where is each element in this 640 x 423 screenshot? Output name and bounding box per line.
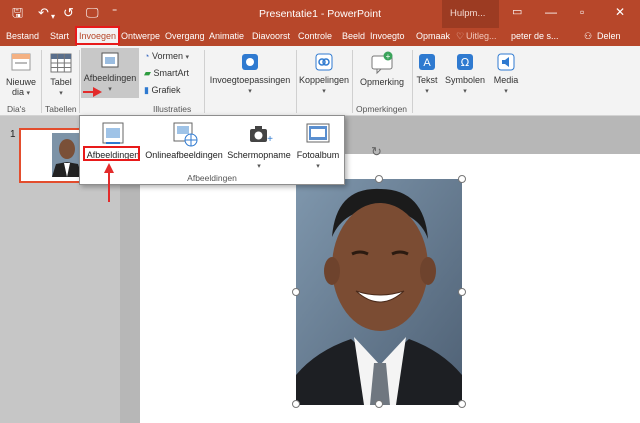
omega-icon: Ω [457, 54, 473, 70]
popup-online-pictures-button[interactable]: Onlineafbeeldingen [144, 120, 224, 160]
highlight-pictures-item [83, 146, 140, 161]
popup-photo-album-label: Fotoalbum [296, 150, 340, 160]
symbols-button[interactable]: Ω Symbolen ▾ [443, 51, 487, 97]
group-label-slides: Dia's [7, 104, 26, 114]
tab-ontwerpen[interactable]: Ontwerpe [121, 28, 163, 46]
addins-label: Invoegtoepassingen [209, 75, 291, 85]
restore-button[interactable]: ▫ [580, 5, 584, 19]
tab-beeld[interactable]: Beeld [342, 28, 365, 46]
media-label: Media [493, 75, 519, 85]
group-label-tables: Tabellen [45, 104, 77, 114]
new-slide-label-2: dia [11, 87, 24, 97]
pictures-label: Afbeeldingen [83, 73, 137, 83]
text-label: Tekst [416, 75, 438, 85]
thumbnail-portrait-image [52, 133, 82, 177]
screenshot-icon: + [250, 126, 273, 145]
picture-file-icon [102, 122, 124, 144]
tab-opmaak[interactable]: Opmaak [416, 28, 450, 46]
tab-controleren[interactable]: Controle [298, 28, 332, 46]
links-button[interactable]: Koppelingen ▾ [298, 51, 350, 97]
search-icon[interactable]: ♡ [456, 28, 464, 46]
tab-diavoorstelling[interactable]: Diavoorst [252, 28, 296, 46]
shapes-icon: ◔ [144, 51, 150, 61]
user-name[interactable]: peter de s... [511, 28, 559, 46]
red-arrow-head-1 [93, 87, 102, 97]
online-picture-icon [173, 122, 198, 147]
table-label: Tabel [50, 77, 72, 87]
close-button[interactable]: ✕ [615, 5, 625, 19]
table-icon [50, 53, 72, 73]
title-bar: 🖫 ↶ ▾ ↺ 🖵 ⁼ Presentatie1 - PowerPoint Hu… [0, 0, 640, 28]
speaker-icon [497, 53, 515, 71]
media-button[interactable]: Media ▾ [491, 51, 521, 97]
new-slide-label-1: Nieuwe [5, 77, 36, 87]
shapes-label: Vormen [151, 51, 183, 61]
popup-online-pictures-label: Onlineafbeeldingen [145, 150, 223, 160]
smartart-button[interactable]: ▰ SmartArt [144, 68, 189, 78]
comment-icon: + [371, 51, 393, 75]
new-slide-icon [11, 53, 31, 71]
rotate-handle-icon[interactable]: ↻ [371, 144, 382, 160]
addins-button[interactable]: Invoegtoepassingen ▾ [207, 51, 293, 97]
tab-overgangen[interactable]: Overgang [165, 28, 206, 46]
popup-group-label: Afbeeldingen [187, 173, 237, 183]
link-icon [315, 53, 333, 71]
window-title: Presentatie1 - PowerPoint [259, 8, 381, 20]
group-label-illustrations: Illustraties [153, 104, 192, 114]
photo-album-icon [306, 123, 330, 143]
popup-screenshot-button[interactable]: + Schermopname ▾ [224, 120, 294, 172]
svg-text:Ω: Ω [461, 56, 469, 69]
svg-text:+: + [386, 52, 391, 61]
red-arrow-head-2 [104, 163, 114, 173]
chart-label: Grafiek [151, 85, 181, 95]
person-icon: ⚇ [584, 31, 593, 41]
symbols-label: Symbolen [444, 75, 486, 85]
minimize-button[interactable]: — [545, 5, 557, 19]
popup-photo-album-button[interactable]: Fotoalbum ▾ [294, 120, 342, 172]
portrait-image[interactable] [296, 179, 462, 405]
tab-invoegtoepassingen[interactable]: Invoegto [370, 28, 414, 46]
tab-animaties[interactable]: Animatie [209, 28, 244, 46]
search-input[interactable]: Uitleg... [466, 28, 497, 46]
shapes-button[interactable]: ◔ Vormen ▾ [144, 51, 189, 63]
svg-text:+: + [267, 134, 273, 145]
tab-bestand[interactable]: Bestand [6, 28, 39, 46]
slide-number: 1 [10, 129, 16, 140]
new-slide-button[interactable]: Nieuwe dia ▾ [4, 51, 38, 99]
chart-button[interactable]: ▮ Grafiek [144, 85, 180, 95]
tab-start[interactable]: Start [50, 28, 69, 46]
chart-icon: ▮ [144, 85, 149, 95]
highlight-invoegen-tab [75, 26, 120, 45]
help-tab[interactable]: Hulpm... [442, 0, 499, 28]
group-label-comments: Opmerkingen [356, 104, 408, 114]
table-button[interactable]: Tabel ▾ [45, 51, 77, 99]
popup-screenshot-label: Schermopname [227, 150, 291, 160]
share-button[interactable]: Delen [597, 28, 621, 46]
smartart-icon: ▰ [144, 68, 151, 78]
text-icon: A [419, 54, 435, 70]
store-icon [242, 54, 258, 70]
ribbon-options-icon[interactable]: ▭ [512, 5, 522, 18]
slide-canvas[interactable] [140, 154, 640, 423]
text-button[interactable]: A Tekst ▾ [414, 51, 440, 97]
links-label: Koppelingen [298, 75, 350, 85]
svg-text:A: A [423, 57, 431, 69]
comment-label: Opmerking [359, 77, 404, 87]
picture-icon [101, 52, 119, 68]
smartart-label: SmartArt [153, 68, 189, 78]
red-arrow-shaft-2 [108, 172, 110, 202]
comment-button[interactable]: + Opmerking [354, 51, 410, 87]
